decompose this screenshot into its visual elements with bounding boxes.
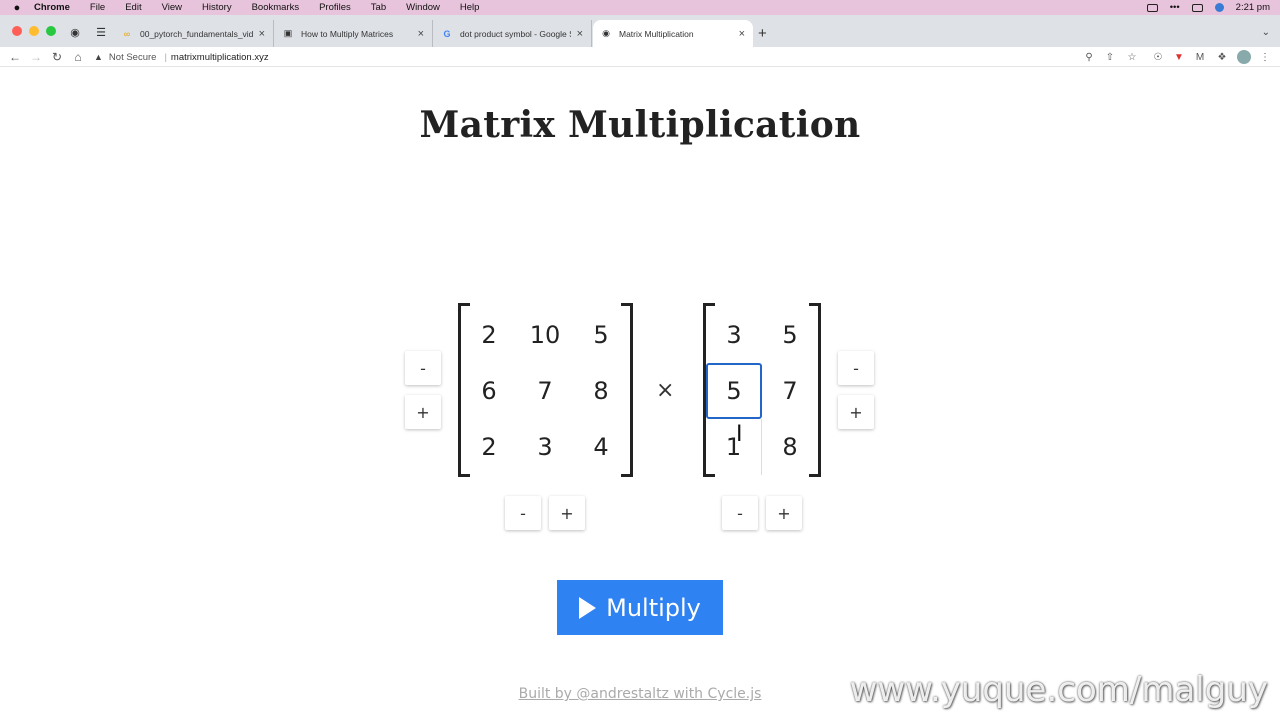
pinned-tab-icon[interactable]: ☰ — [93, 24, 109, 40]
matrix-a-cell[interactable]: 4 — [573, 419, 629, 475]
tab-search-icon[interactable]: ⌄ — [1262, 27, 1270, 38]
menubar-clock[interactable]: 2:21 pm — [1236, 2, 1270, 13]
matrix-a-cell[interactable]: 5 — [573, 307, 629, 363]
matrix-a-add-row-button[interactable]: + — [405, 395, 441, 429]
matrix-a-cell[interactable]: 2 — [461, 419, 517, 475]
reload-icon[interactable]: ↻ — [49, 49, 65, 65]
play-icon — [579, 596, 597, 619]
home-icon[interactable]: ⌂ — [70, 49, 86, 65]
matrix-b-cell[interactable]: 1 — [706, 419, 762, 475]
more-icon[interactable]: ••• — [1170, 2, 1180, 13]
matrix-a-remove-column-button[interactable]: - — [505, 496, 541, 530]
url-text[interactable]: matrixmultiplication.xyz — [171, 52, 269, 63]
tab-title: Matrix Multiplication — [619, 28, 694, 39]
close-window-button[interactable] — [12, 26, 22, 36]
menu-file[interactable]: File — [90, 2, 105, 13]
tab-matrix-multiplication[interactable]: ◉ Matrix Multiplication × — [593, 20, 753, 47]
book-icon: ▣ — [283, 28, 293, 38]
menu-tab[interactable]: Tab — [371, 2, 386, 13]
close-tab-icon[interactable]: × — [259, 28, 265, 40]
menubar-status-area: ••• 2:21 pm — [1146, 0, 1270, 15]
new-tab-button[interactable]: + — [758, 25, 767, 42]
profile-avatar-icon[interactable] — [1237, 50, 1251, 64]
extension-m-icon[interactable]: M — [1193, 50, 1207, 64]
siri-icon[interactable] — [1214, 3, 1224, 12]
github-icon[interactable]: ◉ — [67, 24, 83, 40]
apple-icon[interactable]: ● — [0, 2, 34, 14]
browser-toolbar: ← → ↻ ⌂ ▲ Not Secure | matrixmultiplicat… — [0, 47, 1280, 67]
address-bar[interactable]: ▲ Not Secure | matrixmultiplication.xyz — [94, 48, 1144, 66]
matrix-a-cell[interactable]: 8 — [573, 363, 629, 419]
matrix-b-cell[interactable]: 7 — [762, 363, 818, 419]
password-manager-icon[interactable]: ☉ — [1151, 50, 1165, 64]
matrix-b-cell[interactable]: 3 — [706, 307, 762, 363]
times-symbol: × — [656, 378, 675, 403]
close-tab-icon[interactable]: × — [739, 28, 745, 40]
tab-title: 00_pytorch_fundamentals_vid — [140, 28, 253, 39]
multiply-label: Multiply — [606, 593, 701, 622]
bookmark-star-icon[interactable]: ☆ — [1125, 50, 1139, 64]
matrix-b-cell[interactable]: 5 — [762, 307, 818, 363]
close-tab-icon[interactable]: × — [418, 28, 424, 40]
forward-icon[interactable]: → — [28, 49, 44, 65]
menu-window[interactable]: Window — [406, 2, 440, 13]
screen-record-icon[interactable] — [1146, 3, 1158, 12]
matrix-a-cell[interactable]: 2 — [461, 307, 517, 363]
matrix-b-remove-row-button[interactable]: - — [838, 351, 874, 385]
menu-edit[interactable]: Edit — [125, 2, 141, 13]
menu-kebab-icon[interactable]: ⋮ — [1258, 50, 1272, 64]
pocket-icon[interactable]: ▼ — [1172, 50, 1186, 64]
macos-menu-bar: ● Chrome File Edit View History Bookmark… — [0, 0, 1280, 15]
matrix-a-cell[interactable]: 6 — [461, 363, 517, 419]
matrix-a-cell[interactable]: 10 — [517, 307, 573, 363]
watermark-text: www.yuque.com/malguy — [849, 670, 1268, 710]
window-controls — [12, 26, 56, 36]
matrix-b-remove-column-button[interactable]: - — [722, 496, 758, 530]
page-title: Matrix Multiplication — [419, 104, 861, 146]
matrix-b-add-column-button[interactable]: + — [766, 496, 802, 530]
matrix-a-remove-row-button[interactable]: - — [405, 351, 441, 385]
tab-title: dot product symbol - Google S — [460, 28, 571, 39]
control-center-icon[interactable] — [1191, 3, 1203, 12]
warning-icon[interactable]: ▲ — [94, 52, 103, 62]
matrix-b-cell-focused[interactable]: 5 — [706, 363, 762, 419]
tab-title: How to Multiply Matrices — [301, 28, 394, 39]
back-icon[interactable]: ← — [7, 49, 23, 65]
colab-icon: ∞ — [123, 28, 131, 39]
matrix-a-cell[interactable]: 7 — [517, 363, 573, 419]
share-icon[interactable]: ⇧ — [1103, 50, 1117, 64]
tab-how-to-multiply[interactable]: ▣ How to Multiply Matrices × — [275, 20, 433, 47]
menu-bookmarks[interactable]: Bookmarks — [252, 2, 300, 13]
matrix-a-cell[interactable]: 3 — [517, 419, 573, 475]
extensions-puzzle-icon[interactable]: ❖ — [1215, 50, 1229, 64]
multiply-button[interactable]: Multiply — [557, 580, 723, 635]
matrix-a-add-column-button[interactable]: + — [549, 496, 585, 530]
matrix-b-cell[interactable]: 8 — [762, 419, 818, 475]
menu-profiles[interactable]: Profiles — [319, 2, 351, 13]
matrix-b-add-row-button[interactable]: + — [838, 395, 874, 429]
divider: | — [164, 51, 167, 63]
zoom-icon[interactable]: ⚲ — [1082, 50, 1096, 64]
close-tab-icon[interactable]: × — [577, 28, 583, 40]
menu-help[interactable]: Help — [460, 2, 480, 13]
minimize-window-button[interactable] — [29, 26, 39, 36]
menu-view[interactable]: View — [162, 2, 182, 13]
browser-tab-strip: ◉ ☰ ∞ 00_pytorch_fundamentals_vid × ▣ Ho… — [0, 15, 1280, 47]
tab-pytorch-fundamentals[interactable]: ∞ 00_pytorch_fundamentals_vid × — [114, 20, 274, 47]
google-icon: G — [443, 28, 451, 39]
tab-dot-product-search[interactable]: G dot product symbol - Google S × — [434, 20, 592, 47]
maximize-window-button[interactable] — [46, 26, 56, 36]
menu-chrome[interactable]: Chrome — [34, 2, 70, 13]
security-label[interactable]: Not Secure — [109, 52, 157, 63]
text-cursor-icon: I — [736, 422, 743, 447]
menu-history[interactable]: History — [202, 2, 232, 13]
globe-icon: ◉ — [602, 28, 610, 38]
